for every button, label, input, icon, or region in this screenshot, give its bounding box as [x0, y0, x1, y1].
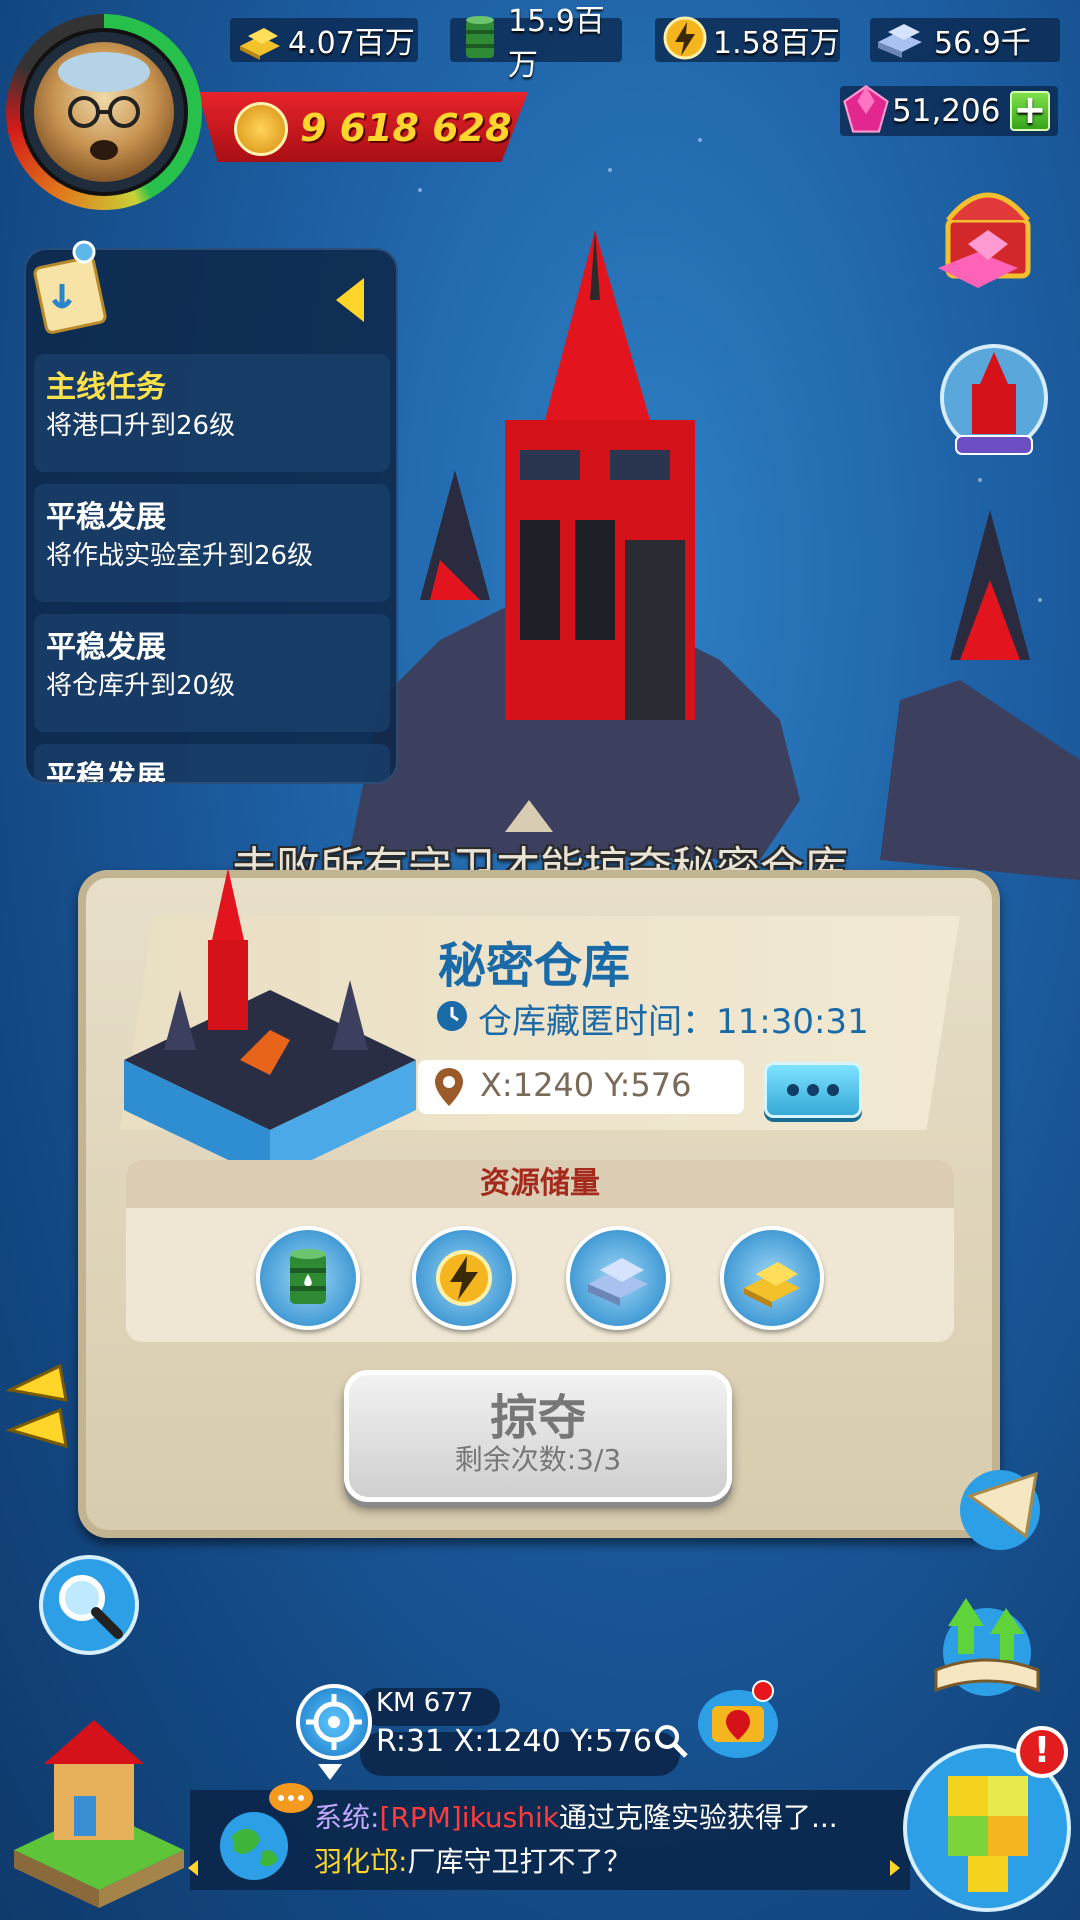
- reserve-gold[interactable]: [720, 1226, 824, 1330]
- navigation-arrow-icon[interactable]: [0, 1360, 80, 1470]
- notification-dot: [752, 1680, 774, 1702]
- resource-reserves-header: 资源储量: [126, 1160, 954, 1208]
- quest-title: 平稳发展: [46, 760, 166, 784]
- gold-resource[interactable]: 4.07百万: [230, 18, 418, 62]
- upgrade-book-icon[interactable]: [926, 1590, 1048, 1698]
- quest-desc: 将仓库升到20级: [46, 671, 236, 701]
- plunder-remaining: 剩余次数:3/3: [454, 1443, 622, 1476]
- quest-desc: 将作战实验室升到26级: [46, 541, 314, 571]
- fortress-event-icon[interactable]: [936, 340, 1052, 464]
- quest-item-main[interactable]: 主线任务 将港口升到26级: [34, 354, 390, 472]
- expand-arrow-icon[interactable]: [318, 1764, 342, 1780]
- target-icon: [306, 1694, 362, 1750]
- oil-amount: 15.9百万: [508, 4, 605, 83]
- quest-clipboard-icon[interactable]: [32, 238, 116, 336]
- power-value: 9 618 628: [300, 106, 512, 150]
- collapse-quests-arrow-icon[interactable]: [336, 278, 364, 322]
- steel-ingot-icon: [588, 1258, 648, 1306]
- lightning-icon: [436, 1250, 492, 1306]
- player-avatar[interactable]: [6, 14, 202, 210]
- gem-amount: 51,206: [892, 93, 1001, 129]
- lightning-icon: [663, 16, 707, 60]
- quest-title: 主线任务: [46, 370, 166, 405]
- search-map-icon[interactable]: [38, 1554, 140, 1656]
- more-options-button[interactable]: [764, 1062, 862, 1118]
- reserve-electricity[interactable]: [412, 1226, 516, 1330]
- chat-sender: 羽化邙:: [314, 1845, 408, 1878]
- km-distance: KM 677: [376, 1688, 474, 1718]
- chat-message-player: 羽化邙:厂库守卫打不了？: [314, 1840, 631, 1880]
- popup-title: 秘密仓库: [438, 938, 631, 994]
- gem-resource[interactable]: 51,206 +: [840, 84, 1058, 136]
- warehouse-thumbnail: [124, 868, 416, 1180]
- chat-player-tag: [RPM]ikushik: [379, 1801, 559, 1834]
- dot-icon: [827, 1084, 839, 1096]
- oil-barrel-icon: [466, 16, 494, 58]
- treasure-chest-icon[interactable]: [918, 160, 1060, 300]
- oil-barrel-icon: [290, 1249, 326, 1304]
- quest-item[interactable]: 平稳发展 将作战实验室升到26级: [34, 484, 390, 602]
- gold-bars-icon: [240, 28, 280, 60]
- clock-icon: [437, 1001, 467, 1031]
- quest-item[interactable]: 平稳发展 将仓库升到20级: [34, 614, 390, 732]
- chat-text: 通过克隆实验获得了...: [559, 1801, 838, 1834]
- add-gems-button[interactable]: +: [1010, 90, 1050, 131]
- letters-icon[interactable]: [956, 1456, 1044, 1556]
- steel-resource[interactable]: 56.9千: [870, 18, 1060, 62]
- avatar-image: [34, 42, 174, 182]
- rank-eagle-icon: [234, 102, 288, 156]
- world-chat-globe-icon[interactable]: [214, 1806, 294, 1886]
- hidden-time-label: 仓库藏匿时间：11:30:31: [478, 1002, 869, 1042]
- reserve-steel[interactable]: [566, 1226, 670, 1330]
- location-pin-icon: [435, 1068, 463, 1106]
- oil-resource[interactable]: 15.9百万: [450, 4, 622, 83]
- dog-portrait-icon: [58, 52, 150, 160]
- steel-ingot-icon: [878, 24, 922, 58]
- coordinates-text: X:1240 Y:576: [480, 1066, 692, 1104]
- electricity-amount: 1.58百万: [713, 26, 840, 61]
- gold-amount: 4.07百万: [288, 26, 415, 61]
- map-coordinates: R:31 X:1240 Y:576: [376, 1724, 652, 1759]
- quest-title: 平稳发展: [46, 500, 166, 535]
- steel-amount: 56.9千: [934, 26, 1031, 61]
- quest-item[interactable]: 平稳发展: [34, 744, 390, 784]
- crosshair-icon[interactable]: [296, 1684, 372, 1760]
- gem-icon: [843, 84, 889, 133]
- chat-text: 厂库守卫打不了？: [407, 1845, 632, 1878]
- dot-icon: [787, 1084, 799, 1096]
- dot-icon: [807, 1084, 819, 1096]
- quest-title: 平稳发展: [46, 630, 166, 665]
- chat-message-system: 系统:[RPM]ikushik通过克隆实验获得了...: [314, 1796, 838, 1836]
- reserve-oil[interactable]: [256, 1226, 360, 1330]
- gold-bars-icon: [744, 1262, 800, 1308]
- popup-pointer: [505, 800, 553, 832]
- alert-badge: !: [1016, 1726, 1068, 1778]
- search-coordinates-icon[interactable]: [652, 1722, 690, 1760]
- chat-sender: 系统:: [314, 1801, 380, 1834]
- electricity-resource[interactable]: 1.58百万: [655, 16, 840, 62]
- home-base-icon[interactable]: [4, 1700, 194, 1910]
- quest-desc: 将港口升到26级: [46, 411, 236, 441]
